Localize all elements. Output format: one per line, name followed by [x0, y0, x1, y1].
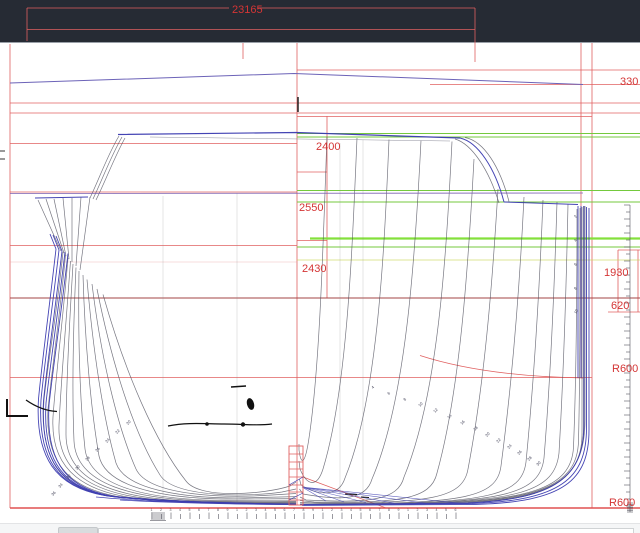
svg-text:8: 8 [217, 508, 219, 512]
stem-ladder [289, 446, 303, 505]
svg-text:24: 24 [506, 442, 513, 449]
svg-text:10: 10 [417, 400, 424, 407]
svg-text:8: 8 [402, 396, 408, 402]
svg-text:3: 3 [170, 508, 172, 512]
svg-text:3: 3 [341, 508, 343, 512]
status-bar [0, 523, 640, 533]
svg-text:4: 4 [436, 508, 438, 512]
buttock-lines [163, 140, 363, 502]
svg-text:6: 6 [573, 261, 579, 266]
svg-text:34: 34 [57, 481, 64, 488]
command-input[interactable] [98, 528, 634, 533]
dimension-label-2400: 2400 [316, 141, 340, 153]
svg-text:28: 28 [84, 454, 91, 461]
status-chip-button[interactable] [58, 527, 98, 533]
svg-text:26: 26 [516, 448, 523, 455]
svg-text:6: 6 [284, 508, 286, 512]
dimension-label-620: 620 [611, 300, 629, 312]
right-scale-ruler [624, 205, 633, 512]
svg-text:16: 16 [459, 418, 466, 425]
svg-text:2: 2 [246, 508, 248, 512]
svg-text:6: 6 [455, 508, 457, 512]
svg-text:36: 36 [50, 489, 57, 496]
bottom-scale-ruler: 1 2 3 4 5 6 7 8 9 1 2 3 4 5 6 7 8 9 1 2 3 4 5 6 7 8 9 1 2 3 4 5 6 [150, 508, 457, 521]
svg-text:9: 9 [312, 508, 314, 512]
svg-text:12: 12 [432, 406, 439, 413]
svg-text:8: 8 [303, 508, 305, 512]
svg-text:5: 5 [189, 508, 191, 512]
svg-text:5: 5 [445, 508, 447, 512]
svg-text:28: 28 [526, 454, 533, 461]
svg-text:1: 1 [236, 508, 238, 512]
svg-text:20: 20 [484, 430, 491, 437]
svg-text:2: 2 [160, 508, 162, 512]
svg-text:9: 9 [227, 508, 229, 512]
svg-text:3: 3 [426, 508, 428, 512]
svg-text:4: 4 [179, 508, 181, 512]
svg-text:30: 30 [535, 459, 542, 466]
svg-text:1: 1 [151, 508, 153, 512]
svg-text:7: 7 [379, 508, 381, 512]
svg-text:4: 4 [370, 384, 376, 390]
hull-outline-blue [35, 133, 589, 506]
svg-text:1: 1 [407, 508, 409, 512]
svg-text:20: 20 [125, 418, 132, 425]
svg-text:4: 4 [265, 508, 267, 512]
svg-text:4: 4 [350, 508, 352, 512]
station-number-labels: 4681012141618202224262830202224262830323… [50, 213, 579, 496]
svg-text:9: 9 [398, 508, 400, 512]
dimension-label-r600-upper: R600 [612, 363, 638, 375]
svg-text:22: 22 [495, 436, 502, 443]
svg-text:5: 5 [274, 508, 276, 512]
dimension-label-1930: 1930 [604, 267, 628, 279]
dimension-label-2550: 2550 [299, 202, 323, 214]
svg-text:6: 6 [386, 390, 392, 396]
dimension-labels: 23165 330 2400 2550 2430 1930 620 R600 R… [232, 4, 638, 509]
dimension-label-2430: 2430 [302, 263, 326, 275]
svg-text:6: 6 [198, 508, 200, 512]
svg-text:2: 2 [417, 508, 419, 512]
svg-text:7: 7 [208, 508, 210, 512]
svg-text:6: 6 [369, 508, 371, 512]
ink-annotations [0, 97, 369, 498]
svg-text:22: 22 [114, 427, 121, 434]
svg-text:5: 5 [360, 508, 362, 512]
svg-text:7: 7 [293, 508, 295, 512]
svg-text:8: 8 [388, 508, 390, 512]
cad-application-window: 123456789123456789123456789123456 468101… [0, 0, 640, 533]
lines-plan-drawing-canvas[interactable]: 123456789123456789123456789123456 468101… [0, 0, 640, 533]
hull-sections-aft [38, 136, 296, 504]
svg-text:24: 24 [104, 436, 111, 443]
dimension-label-overall-length: 23165 [232, 4, 263, 16]
dimension-label-330: 330 [620, 76, 638, 88]
svg-text:2: 2 [331, 508, 333, 512]
svg-text:8: 8 [573, 285, 579, 290]
svg-text:2: 2 [573, 213, 579, 218]
svg-text:14: 14 [446, 412, 453, 419]
svg-text:3: 3 [255, 508, 257, 512]
hull-sections-fore [299, 137, 585, 505]
dimension-label-r600-lower: R600 [609, 497, 635, 509]
svg-text:1: 1 [322, 508, 324, 512]
